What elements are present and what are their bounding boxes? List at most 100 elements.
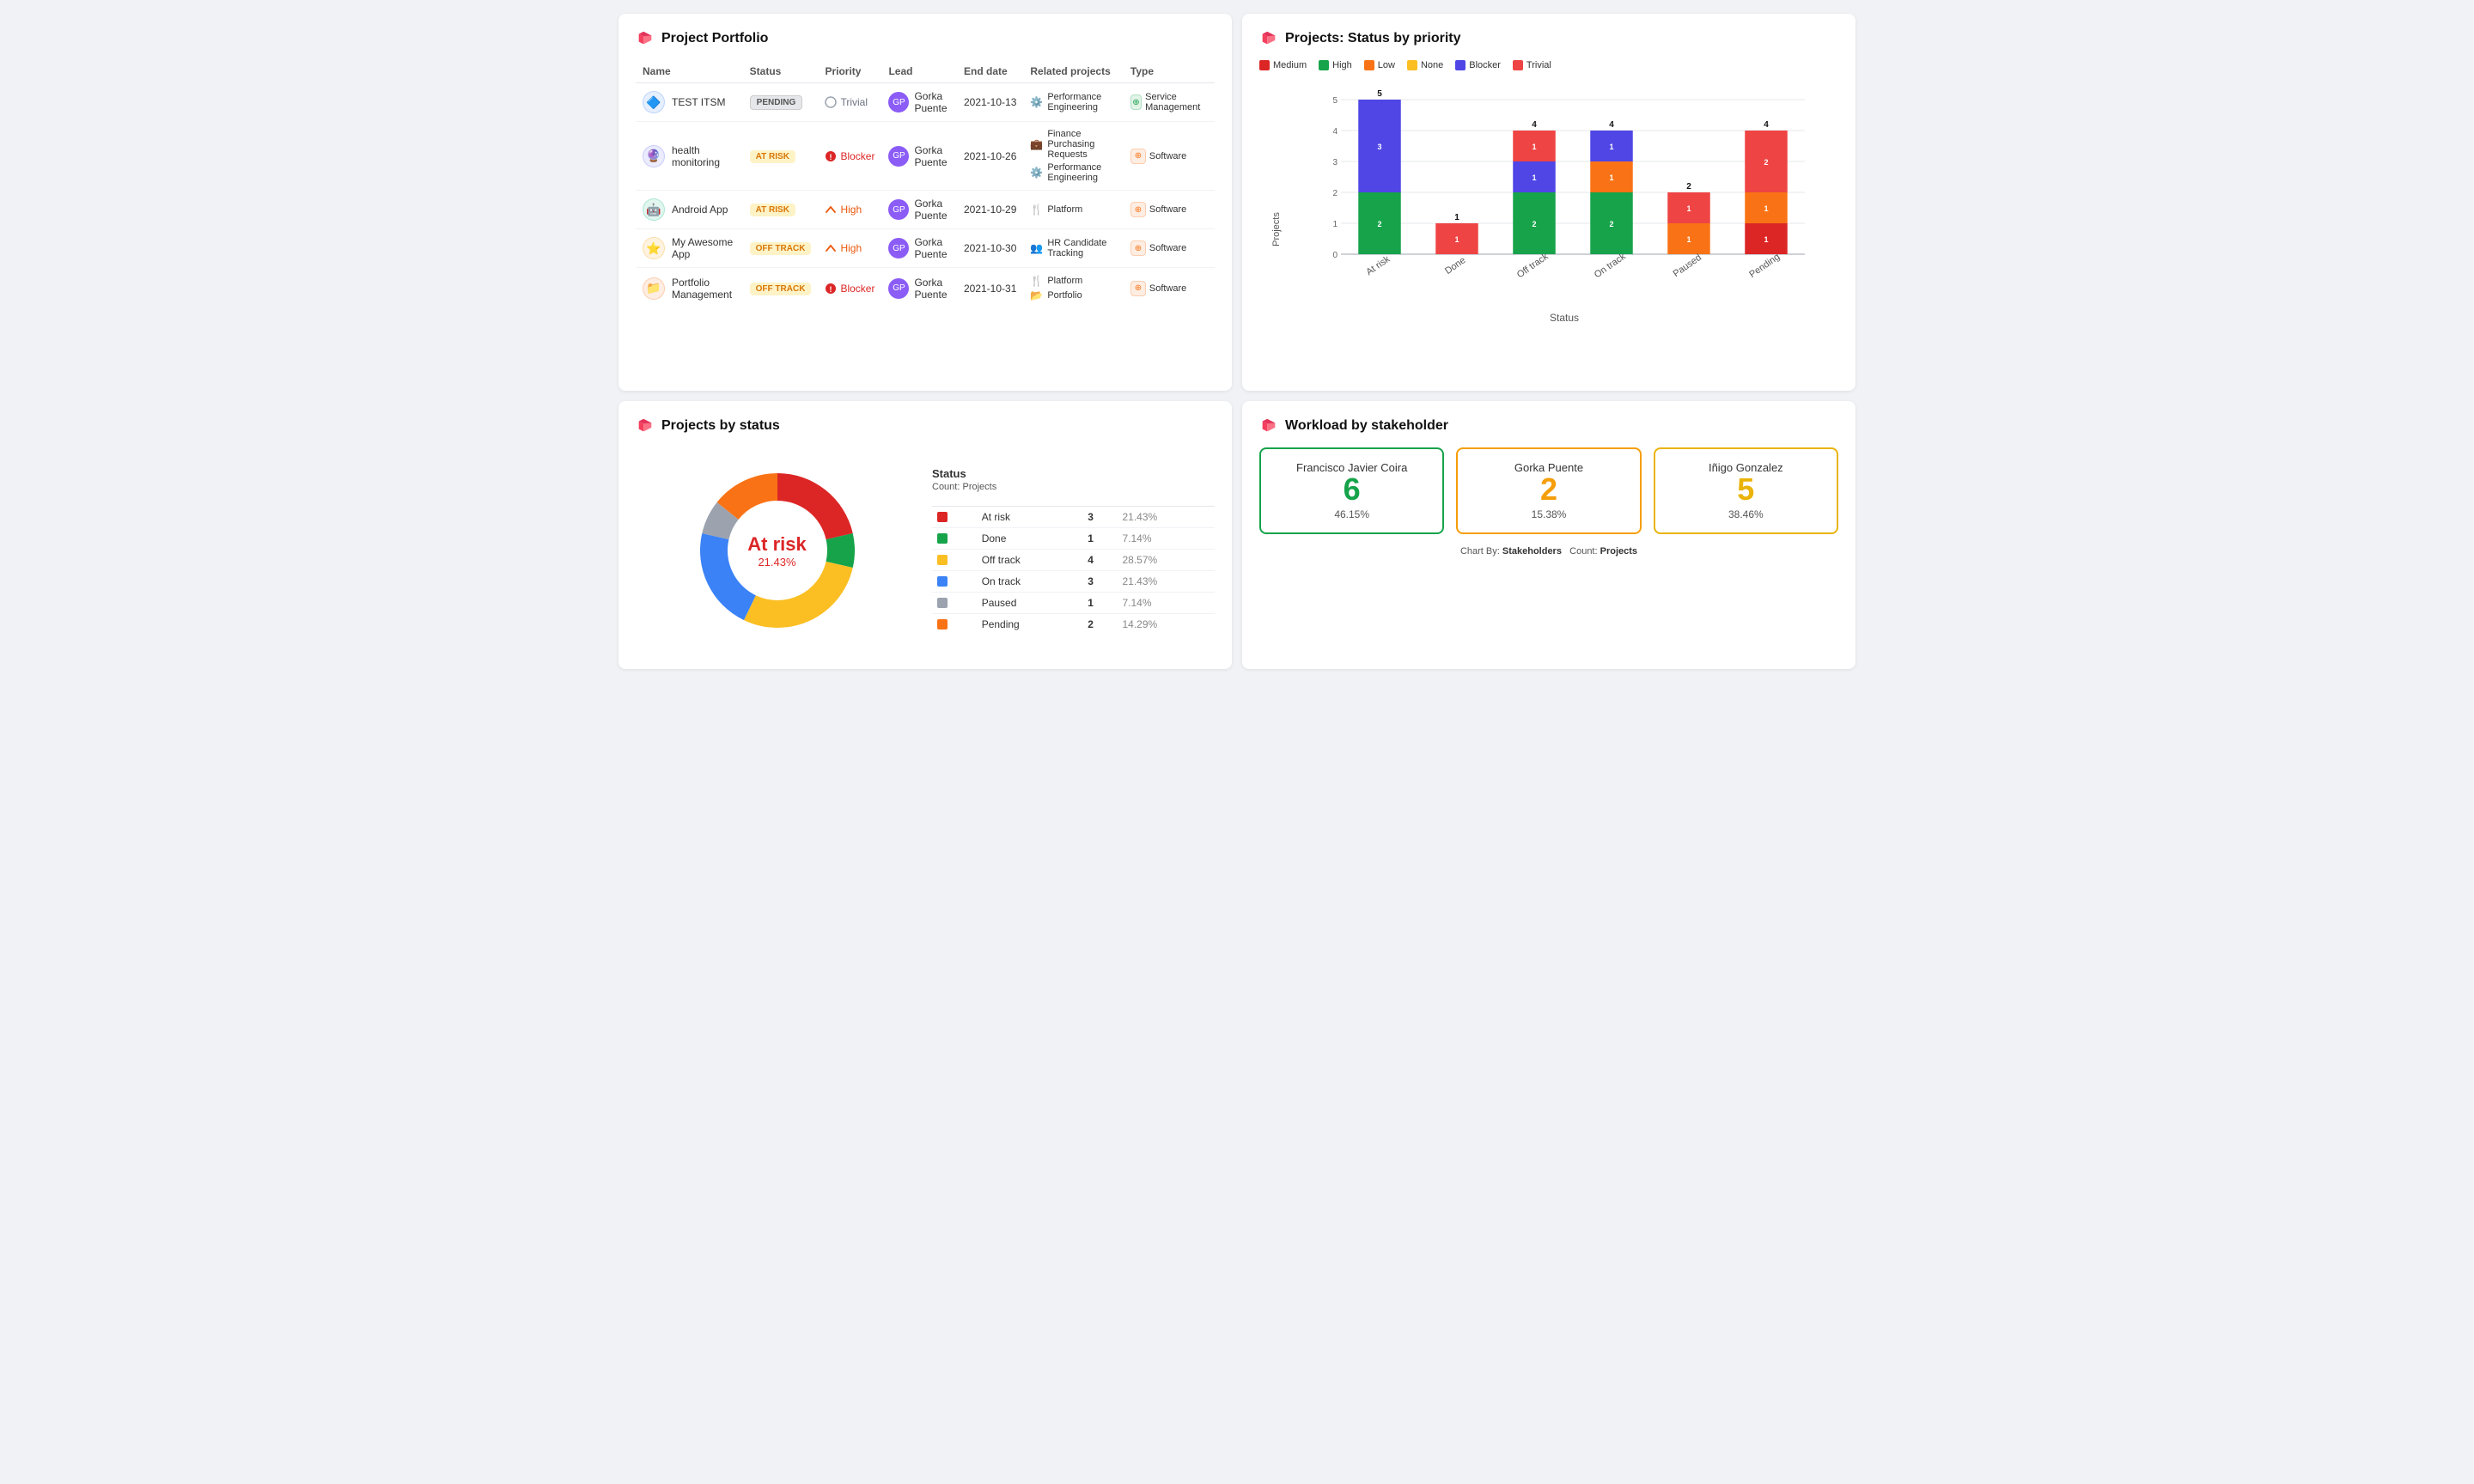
table-row: 📁 Portfolio Management OFF TRACK ! Block… [636, 268, 1215, 309]
bar-chart-container: Projects 012345235At risk11Done2114Off t… [1259, 82, 1838, 375]
workload-header: Workload by stakeholder [1259, 417, 1838, 435]
workload-card: Workload by stakeholder Francisco Javier… [1242, 401, 1855, 669]
svg-text:1: 1 [1532, 173, 1536, 182]
status-chart-header: Projects: Status by priority [1259, 29, 1838, 48]
svg-text:On track: On track [1593, 251, 1628, 280]
cell-lead: GP Gorka Puente [881, 268, 957, 309]
legend-table-row: Off track 4 28.57% [932, 549, 1215, 570]
stakeholder-count: 6 [1278, 474, 1425, 505]
legend-table-row: At risk 3 21.43% [932, 506, 1215, 527]
related-item: 🍴 Platform [1030, 204, 1117, 216]
legend-item: Trivial [1513, 60, 1551, 70]
stakeholder-count: 5 [1673, 474, 1819, 505]
project-table: Name Status Priority Lead End date Relat… [636, 60, 1215, 308]
count-subtitle: Count: Projects [932, 482, 1215, 492]
cell-enddate: 2021-10-13 [957, 83, 1023, 122]
cell-enddate: 2021-10-29 [957, 191, 1023, 229]
cell-status: OFF TRACK [743, 268, 819, 309]
table-row: 🔷 TEST ITSM PENDING Trivial GP Gorka Pue… [636, 83, 1215, 122]
portfolio-title: Project Portfolio [661, 31, 768, 46]
svg-text:5: 5 [1377, 89, 1382, 99]
portfolio-header: Project Portfolio [636, 29, 1215, 48]
svg-text:Off track: Off track [1515, 251, 1551, 280]
logo-icon-3 [636, 417, 655, 435]
svg-text:4: 4 [1332, 127, 1338, 137]
cell-priority: Trivial [818, 83, 881, 122]
workload-stakeholder-card: Francisco Javier Coira 6 46.15% [1259, 447, 1444, 534]
legend-table-row: Paused 1 7.14% [932, 592, 1215, 613]
donut-chart-card: Projects by status At risk 21.43% Status… [618, 401, 1232, 669]
svg-text:5: 5 [1332, 96, 1338, 106]
workload-cards-container: Francisco Javier Coira 6 46.15% Gorka Pu… [1259, 447, 1838, 534]
col-lead: Lead [881, 60, 957, 83]
col-type: Type [1124, 60, 1215, 83]
svg-text:2: 2 [1532, 220, 1536, 228]
stakeholder-pct: 15.38% [1475, 508, 1622, 520]
related-item: 💼 Finance Purchasing Requests [1030, 129, 1117, 160]
count-by-value: Projects [1600, 546, 1637, 556]
cell-type: ⊕ Service Management [1124, 83, 1215, 122]
cell-priority: High [818, 191, 881, 229]
legend-item: Blocker [1455, 60, 1501, 70]
cell-status: AT RISK [743, 191, 819, 229]
bar-chart-svg: 012345235At risk11Done2114Off track2114O… [1290, 82, 1838, 306]
table-row: 🤖 Android App AT RISK High GP Gorka Puen… [636, 191, 1215, 229]
cell-name: 📁 Portfolio Management [636, 268, 743, 309]
svg-text:Paused: Paused [1672, 252, 1703, 279]
logo-icon-4 [1259, 417, 1278, 435]
svg-text:1: 1 [1686, 204, 1691, 213]
donut-status-text: At risk [747, 533, 806, 556]
cell-related: 💼 Finance Purchasing Requests⚙️ Performa… [1023, 122, 1124, 191]
svg-text:4: 4 [1609, 120, 1614, 130]
cell-type: ⊕ Software [1124, 229, 1215, 268]
chart-by-value: Stakeholders [1502, 546, 1562, 556]
svg-text:1: 1 [1532, 143, 1536, 151]
y-axis-label: Projects [1271, 212, 1282, 246]
cell-name: 🤖 Android App [636, 191, 743, 229]
stakeholder-pct: 38.46% [1673, 508, 1819, 520]
cell-name: ⭐ My Awesome App [636, 229, 743, 268]
legend-item: Low [1364, 60, 1395, 70]
col-status: Status [743, 60, 819, 83]
x-axis-title: Status [1290, 312, 1838, 324]
chart-legend: MediumHighLowNoneBlockerTrivial [1259, 60, 1838, 70]
cell-priority: ! Blocker [818, 122, 881, 191]
svg-text:1: 1 [1764, 235, 1768, 244]
status-chart-title: Projects: Status by priority [1285, 31, 1461, 46]
cell-type: ⊕ Software [1124, 191, 1215, 229]
svg-text:1: 1 [1454, 213, 1459, 222]
cell-related: 🍴 Platform [1023, 191, 1124, 229]
related-item: 🍴 Platform [1030, 275, 1117, 287]
col-priority: Priority [818, 60, 881, 83]
cell-related: 👥 HR Candidate Tracking [1023, 229, 1124, 268]
chart-by-line: Chart By: Stakeholders Count: Projects [1259, 546, 1838, 556]
donut-svg-container: At risk 21.43% [636, 447, 918, 654]
donut-chart-header: Projects by status [636, 417, 1215, 435]
stakeholder-count: 2 [1475, 474, 1622, 505]
cell-enddate: 2021-10-30 [957, 229, 1023, 268]
svg-text:!: ! [830, 153, 832, 161]
svg-text:1: 1 [1686, 235, 1691, 244]
cell-related: 🍴 Platform 📂 Portfolio [1023, 268, 1124, 309]
svg-text:1: 1 [1454, 235, 1459, 244]
cell-type: ⊕ Software [1124, 122, 1215, 191]
svg-text:2: 2 [1377, 220, 1381, 228]
svg-text:2: 2 [1332, 189, 1338, 198]
svg-text:3: 3 [1377, 143, 1381, 151]
workload-title: Workload by stakeholder [1285, 418, 1448, 434]
svg-text:Pending: Pending [1747, 252, 1782, 280]
col-enddate: End date [957, 60, 1023, 83]
legend-title: Status [932, 467, 1215, 480]
cell-name: 🔮 health monitoring [636, 122, 743, 191]
donut-center-label: At risk 21.43% [747, 533, 806, 569]
cell-name: 🔷 TEST ITSM [636, 83, 743, 122]
cell-lead: GP Gorka Puente [881, 122, 957, 191]
cell-related: ⚙️ Performance Engineering [1023, 83, 1124, 122]
svg-text:Done: Done [1443, 255, 1467, 277]
logo-icon [636, 29, 655, 48]
cell-status: PENDING [743, 83, 819, 122]
related-item: 📂 Portfolio [1030, 289, 1117, 301]
legend-table-row: Pending 2 14.29% [932, 613, 1215, 635]
logo-icon-2 [1259, 29, 1278, 48]
donut-legend-container: Status Count: Projects At [932, 467, 1215, 635]
